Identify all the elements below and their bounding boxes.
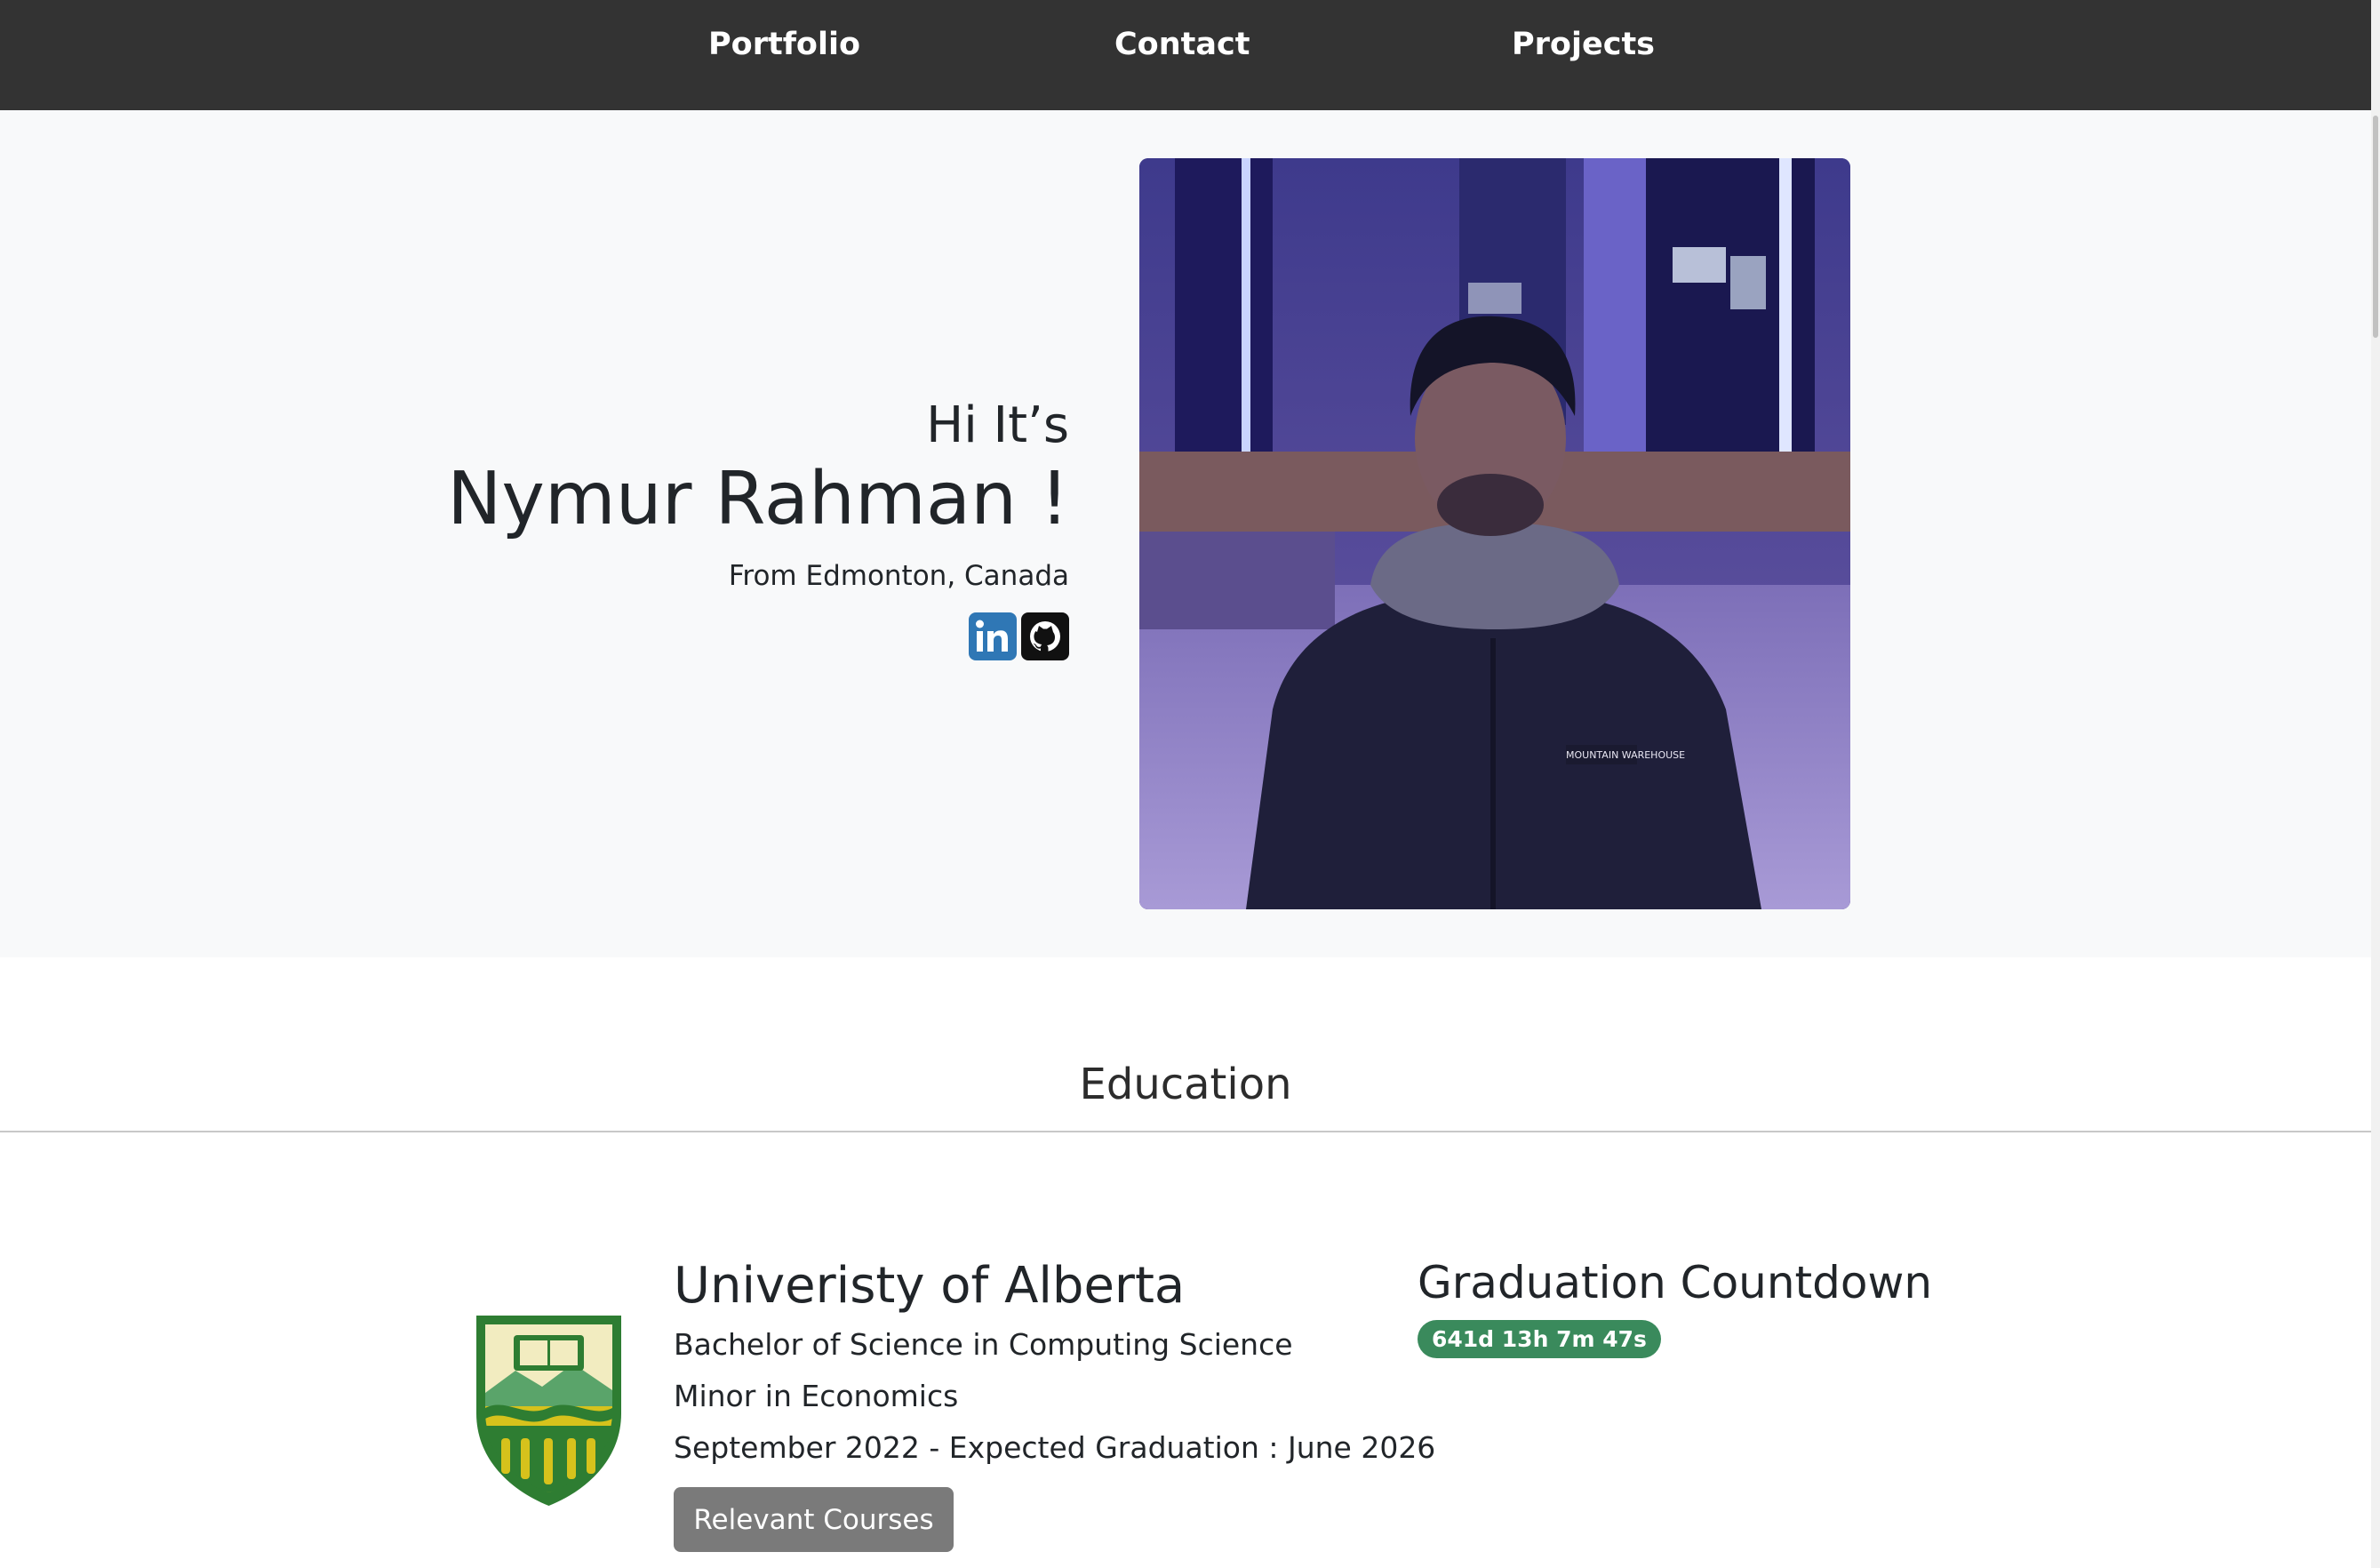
hero-greeting: Hi It’s [926,396,1069,454]
top-navbar: Portfolio Contact Projects [0,0,2371,110]
countdown-badge: 641d 13h 7m 47s [1418,1320,1661,1358]
github-icon[interactable] [1021,612,1069,660]
relevant-courses-button[interactable]: Relevant Courses [674,1487,954,1552]
linkedin-glyph [976,620,1008,652]
hero-section: Hi It’s Nymur Rahman ! From Edmonton, Ca… [0,110,2371,957]
university-of-alberta-crest-icon [471,1308,627,1508]
jacket-logo-text: MOUNTAIN WAREHOUSE [1566,749,1685,761]
minor-text: Minor in Economics [674,1379,959,1413]
hero-name: Nymur Rahman ! [447,457,1069,541]
scrollbar-thumb[interactable] [2373,116,2378,338]
github-glyph [1030,621,1060,653]
university-name: Univeristy of Alberta [674,1257,1186,1315]
study-dates-text: September 2022 - Expected Graduation : J… [674,1430,1436,1465]
nav-link-portfolio[interactable]: Portfolio [708,27,860,62]
education-title: Education [1079,1060,1292,1109]
crest-shield-icon [476,1316,621,1506]
profile-photo: MOUNTAIN WAREHOUSE [1139,158,1850,909]
nav-link-projects[interactable]: Projects [1512,27,1655,62]
linkedin-icon[interactable] [969,612,1017,660]
section-divider [0,1131,2371,1132]
nav-link-contact[interactable]: Contact [1114,27,1250,62]
graduation-countdown-title: Graduation Countdown [1418,1257,1933,1308]
profile-photo-illustration: MOUNTAIN WAREHOUSE [1139,158,1850,909]
hero-location: From Edmonton, Canada [728,560,1069,592]
degree-text: Bachelor of Science in Computing Science [674,1327,1293,1362]
